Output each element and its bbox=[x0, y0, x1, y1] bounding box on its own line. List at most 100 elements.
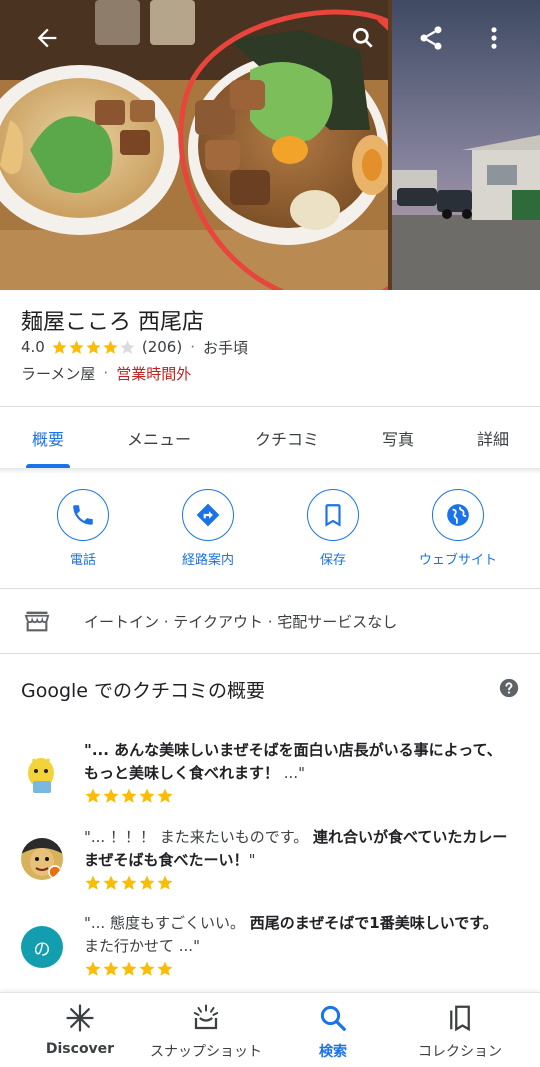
collections-icon bbox=[450, 1005, 470, 1032]
tab-photos[interactable]: 写真 bbox=[382, 426, 414, 449]
review-text-tail: また行かせて ..." bbox=[84, 937, 200, 955]
directions-icon bbox=[196, 503, 220, 527]
review-highlight: 西尾のまぜそばで1番美味しいです。 bbox=[249, 914, 498, 932]
call-circle bbox=[57, 489, 109, 541]
nav-search-label: 検索 bbox=[319, 1044, 347, 1060]
review-text: "... あんな美味しいまぜそばを面白い店長がいる事によって、 もっと美味しく食… bbox=[84, 739, 524, 785]
star-filled-icon bbox=[103, 875, 119, 890]
review-text: "... 態度もすごくいい。 西尾のまぜそばで1番美味しいです。 また行かせて … bbox=[84, 912, 524, 958]
nav-discover[interactable]: Discover bbox=[15, 1003, 145, 1057]
storefront-icon bbox=[24, 611, 50, 632]
nav-collections-label: コレクション bbox=[418, 1044, 502, 1060]
price-level: お手頃 bbox=[202, 338, 248, 357]
review-count: (206) bbox=[141, 338, 183, 356]
review-highlight: "... あんな美味しいまぜそばを面白い店長がいる事によって、 bbox=[84, 741, 502, 759]
tab-reviews[interactable]: クチコミ bbox=[255, 426, 319, 449]
tab-overview[interactable]: 概要 bbox=[32, 426, 64, 449]
star-filled-icon bbox=[139, 875, 155, 890]
more-options-button[interactable] bbox=[474, 18, 514, 58]
share-icon bbox=[420, 26, 442, 50]
review-text: "... ！！！ また来たいものです。 連れ合いが食べていたカレー まぜそばも食… bbox=[84, 826, 524, 872]
directions-label: 経路案内 bbox=[181, 553, 234, 568]
star-filled-icon bbox=[85, 961, 101, 976]
search-photo-button[interactable] bbox=[350, 18, 376, 58]
star-filled-icon bbox=[52, 339, 67, 354]
review-highlight: 連れ合いが食べていたカレー bbox=[313, 828, 508, 846]
tab-menu[interactable]: メニュー bbox=[127, 426, 191, 449]
nav-search[interactable]: 検索 bbox=[268, 1003, 398, 1061]
rating-row[interactable]: 4.0 (206) · お手頃 bbox=[21, 337, 248, 357]
review-summary-title: Google でのクチコミの概要 bbox=[21, 680, 266, 702]
review-text-tail: " bbox=[248, 851, 256, 869]
more-vert-icon bbox=[491, 27, 497, 49]
review-stars bbox=[84, 874, 174, 892]
star-filled-icon bbox=[157, 961, 173, 976]
help-icon[interactable] bbox=[499, 678, 519, 698]
divider bbox=[0, 588, 540, 589]
reviewer-avatar: の bbox=[21, 926, 63, 968]
search-icon bbox=[352, 27, 373, 48]
call-label: 電話 bbox=[69, 553, 96, 568]
nav-snapshot[interactable]: スナップショット bbox=[141, 1003, 271, 1061]
bookmark-icon bbox=[325, 504, 341, 527]
save-button[interactable]: 保存 bbox=[278, 489, 388, 568]
tabs-shadow bbox=[0, 468, 540, 474]
share-button[interactable] bbox=[411, 18, 451, 58]
website-circle bbox=[432, 489, 484, 541]
star-filled-icon bbox=[157, 875, 173, 890]
star-empty-icon bbox=[120, 339, 135, 354]
star-filled-icon bbox=[121, 875, 137, 890]
discover-icon bbox=[66, 1004, 94, 1032]
tab-details[interactable]: 詳細 bbox=[477, 426, 509, 449]
divider bbox=[0, 653, 540, 654]
website-label: ウェブサイト bbox=[418, 553, 497, 568]
star-filled-icon bbox=[85, 788, 101, 803]
review-stars bbox=[84, 960, 174, 978]
review-text-lead: "... 態度もすごくいい。 bbox=[84, 914, 250, 932]
rating-stars bbox=[51, 339, 136, 356]
save-label: 保存 bbox=[319, 553, 346, 568]
category-row: ラーメン屋 · 営業時間外 bbox=[21, 362, 191, 384]
review-text-lead: "... ！！！ また来たいものです。 bbox=[84, 828, 314, 846]
call-button[interactable]: 電話 bbox=[28, 489, 138, 568]
service-options: イートイン · テイクアウト · 宅配サービスなし bbox=[84, 613, 398, 631]
photo-header[interactable] bbox=[0, 0, 540, 290]
back-button[interactable] bbox=[27, 18, 67, 58]
reviewer-avatar bbox=[21, 838, 63, 880]
star-filled-icon bbox=[103, 788, 119, 803]
website-button[interactable]: ウェブサイト bbox=[403, 489, 513, 568]
review-text-tail: ..." bbox=[279, 764, 305, 782]
star-filled-icon bbox=[121, 788, 137, 803]
star-filled-icon bbox=[121, 961, 137, 976]
nav-discover-label: Discover bbox=[45, 1041, 115, 1057]
arrow-back-icon bbox=[37, 28, 57, 48]
star-filled-icon bbox=[157, 788, 173, 803]
nav-collections[interactable]: コレクション bbox=[395, 1003, 525, 1061]
bottom-navigation: Discover スナップショット 検索 コレクション bbox=[0, 992, 540, 1067]
nav-snapshot-label: スナップショット bbox=[150, 1044, 262, 1060]
open-status: 営業時間外 bbox=[116, 364, 192, 383]
avatar-letter: の bbox=[33, 939, 51, 960]
star-filled-icon bbox=[69, 339, 84, 354]
phone-icon bbox=[73, 505, 93, 525]
star-filled-icon bbox=[139, 961, 155, 976]
star-filled-icon bbox=[85, 875, 101, 890]
star-filled-icon bbox=[103, 961, 119, 976]
snapshot-icon bbox=[193, 1004, 219, 1030]
review-highlight: もっと美味しく食べれます！ bbox=[84, 764, 280, 782]
review-highlight: まぜそばも食べたーい！ bbox=[84, 851, 249, 869]
rating-value: 4.0 bbox=[21, 338, 45, 356]
tabs-divider bbox=[0, 406, 540, 407]
directions-button[interactable]: 経路案内 bbox=[153, 489, 263, 568]
directions-circle bbox=[182, 489, 234, 541]
place-name: 麺屋こころ 西尾店 bbox=[21, 310, 204, 335]
place-category: ラーメン屋 bbox=[21, 364, 96, 383]
save-circle bbox=[307, 489, 359, 541]
globe-icon bbox=[447, 504, 469, 526]
separator-dot: · bbox=[190, 338, 195, 356]
search-icon bbox=[320, 1005, 346, 1031]
reviewer-avatar bbox=[21, 753, 63, 795]
star-filled-icon bbox=[139, 788, 155, 803]
review-stars bbox=[84, 787, 174, 805]
separator-dot: · bbox=[103, 364, 109, 382]
